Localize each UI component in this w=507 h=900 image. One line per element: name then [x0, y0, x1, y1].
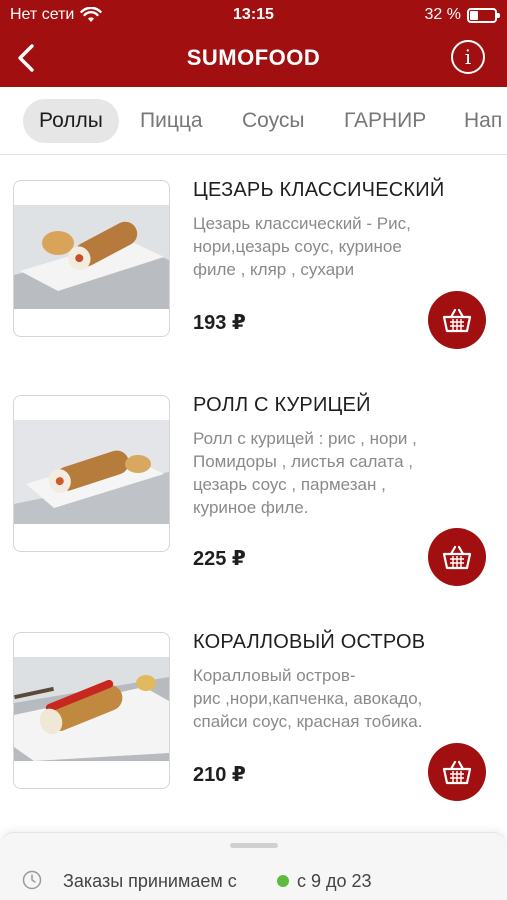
add-to-cart-button[interactable] — [428, 291, 486, 349]
description-line: спайси соус, красная тобика. — [193, 712, 423, 731]
product-card[interactable]: КОРАЛЛОВЫЙ ОСТРОВ Коралловый остров- рис… — [0, 607, 507, 822]
battery-percent: 32 % — [424, 6, 461, 23]
hours-range: с 9 до 23 — [297, 871, 372, 891]
add-to-cart-button[interactable] — [428, 743, 486, 801]
description-line: Ролл с курицей : рис , нори , — [193, 429, 417, 448]
open-status-dot — [277, 875, 289, 887]
battery-level — [470, 10, 478, 20]
tab-drinks[interactable]: Нап — [448, 99, 507, 143]
product-description: Коралловый остров- рис ,нори,капченка, а… — [193, 664, 483, 733]
product-price: 193 ₽ — [193, 312, 246, 334]
app-header-bar: Нет сети 13:15 32 % SUMOFOOD i — [0, 0, 507, 87]
tab-garnish[interactable]: ГАРНИР — [328, 99, 442, 143]
working-hours-sheet[interactable]: Заказы принимаем с с 9 до 23 — [0, 832, 507, 900]
info-icon: i — [464, 45, 472, 69]
clock-icon — [22, 870, 42, 890]
status-bar: Нет сети 13:15 32 % — [0, 0, 507, 32]
description-line: Помидоры , листья салата , — [193, 452, 414, 471]
product-card[interactable]: РОЛЛ С КУРИЦЕЙ Ролл с курицей : рис , но… — [0, 370, 507, 586]
description-line: цезарь соус , пармезан , — [193, 475, 386, 494]
page-title: SUMOFOOD — [186, 45, 321, 70]
nav-header: SUMOFOOD i — [0, 32, 507, 87]
product-price: 210 ₽ — [193, 764, 246, 786]
add-to-cart-button[interactable] — [428, 528, 486, 586]
tab-sauces[interactable]: Соусы — [226, 99, 320, 143]
basket-icon — [442, 545, 472, 570]
hours-label: Заказы принимаем с — [63, 871, 237, 891]
product-photo — [14, 657, 169, 761]
description-line: Коралловый остров- — [193, 666, 356, 685]
product-photo — [14, 420, 169, 524]
product-price: 225 ₽ — [193, 548, 246, 570]
product-name: КОРАЛЛОВЫЙ ОСТРОВ — [193, 631, 426, 653]
sheet-grip-handle[interactable] — [230, 843, 278, 848]
product-description: Ролл с курицей : рис , нори , Помидоры ,… — [193, 427, 483, 519]
description-line: рис ,нори,капченка, авокадо, — [193, 689, 423, 708]
product-image — [13, 632, 170, 789]
product-description: Цезарь классический - Рис, нори,цезарь с… — [193, 212, 483, 281]
product-name: ЦЕЗАРЬ КЛАССИЧЕСКИЙ — [193, 179, 445, 201]
info-button[interactable]: i — [451, 40, 485, 74]
basket-icon — [442, 760, 472, 785]
basket-icon — [442, 308, 472, 333]
product-photo — [14, 205, 169, 309]
tab-pizza[interactable]: Пицца — [124, 99, 219, 143]
product-name: РОЛЛ С КУРИЦЕЙ — [193, 394, 371, 416]
description-line: нори,цезарь соус, куриное — [193, 237, 402, 256]
battery-icon — [467, 7, 500, 23]
description-line: филе , кляр , сухари — [193, 260, 355, 279]
description-line: Цезарь классический - Рис, — [193, 214, 411, 233]
product-image — [13, 180, 170, 337]
tab-rolls[interactable]: Роллы — [23, 99, 119, 143]
description-line: куриное филе. — [193, 498, 309, 517]
category-tabs: Роллы Пицца Соусы ГАРНИР Нап — [0, 87, 507, 155]
product-image — [13, 395, 170, 552]
product-card[interactable]: ЦЕЗАРЬ КЛАССИЧЕСКИЙ Цезарь классический … — [0, 155, 507, 370]
